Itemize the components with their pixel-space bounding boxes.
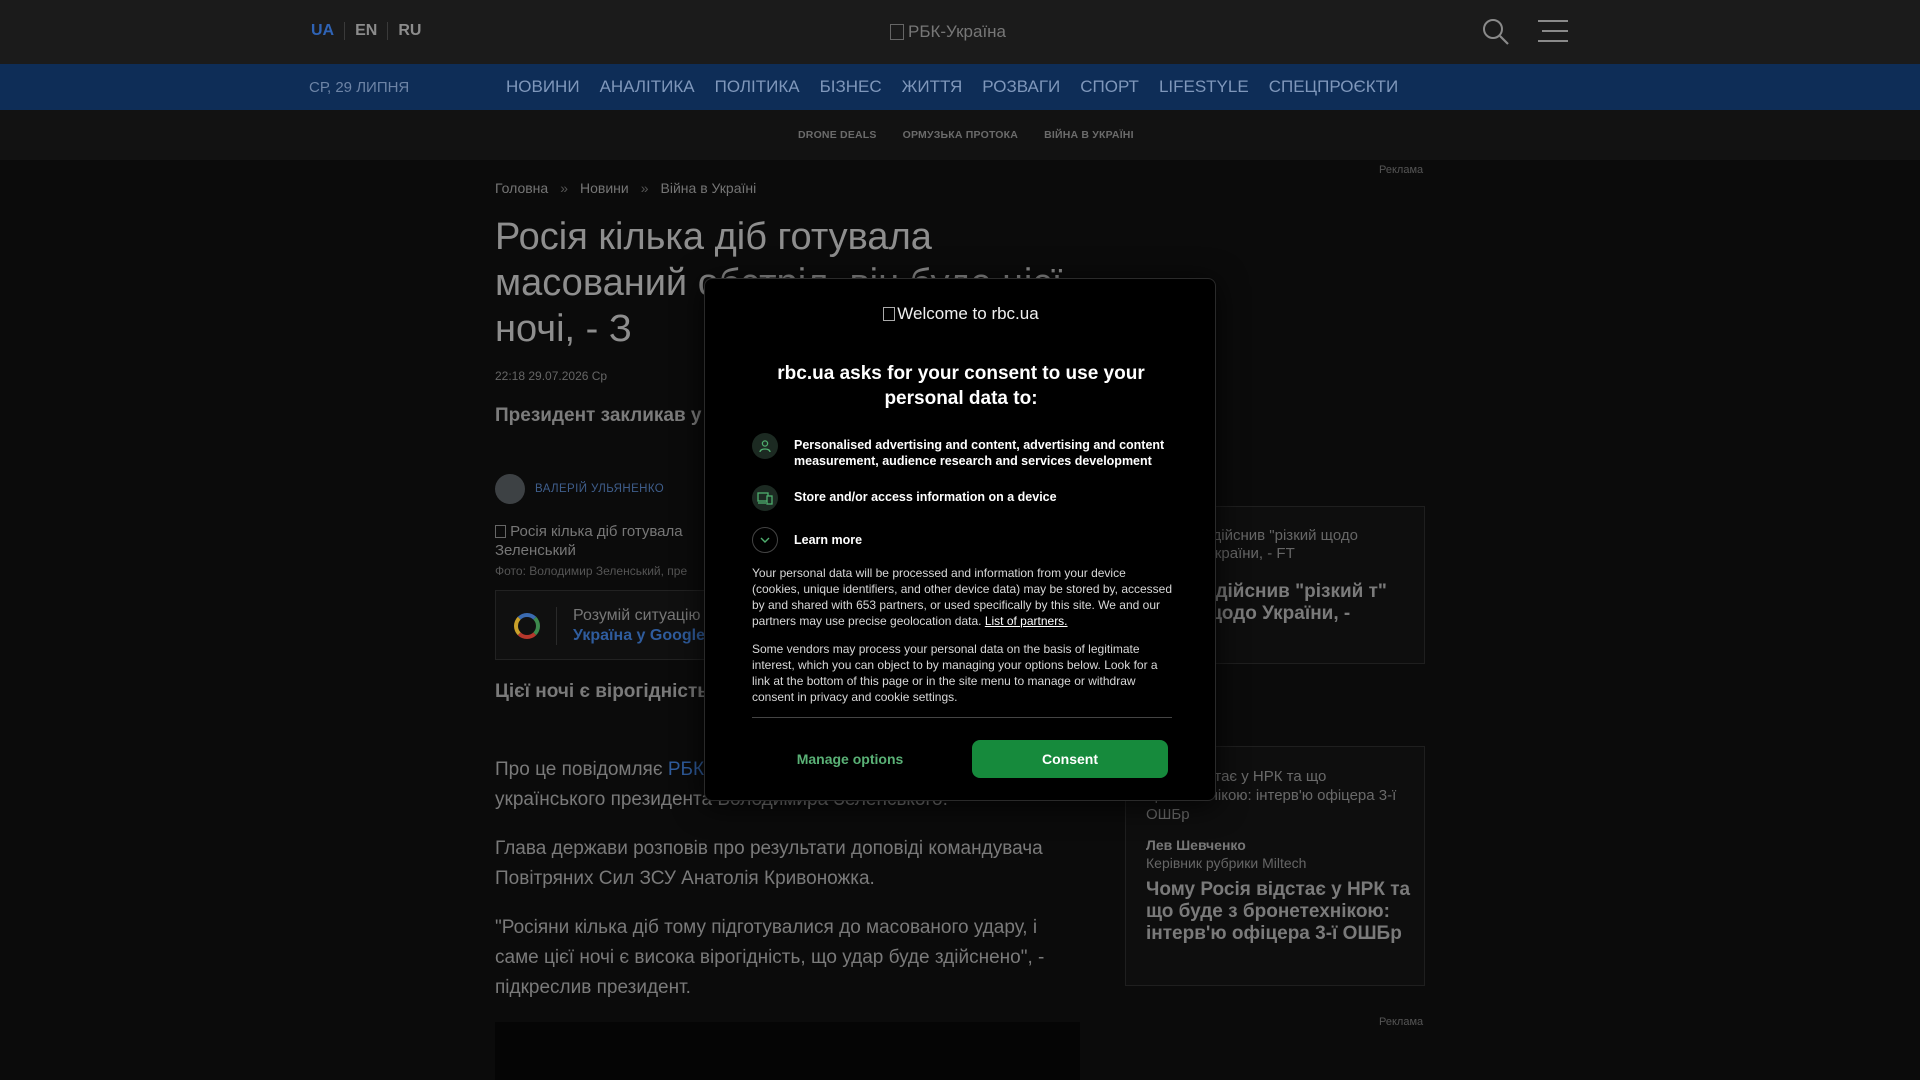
ad-label-top: Реклама [1379, 164, 1424, 176]
topic-hormuz-strait[interactable]: ОРМУЗЬКА ПРОТОКА [903, 129, 1018, 141]
paragraph-text: Про це повідомляє [495, 759, 668, 780]
partners-link[interactable]: List of partners. [985, 614, 1068, 628]
breadcrumb-war[interactable]: Війна в Україні [661, 180, 757, 196]
nav-items: НОВИНИ АНАЛІТИКА ПОЛІТИКА БІЗНЕС ЖИТТЯ Р… [506, 77, 1398, 97]
article-author[interactable]: ВАЛЕРІЙ УЛЬЯНЕНКО [495, 474, 664, 504]
lang-ru[interactable]: RU [387, 22, 431, 40]
google-promo-link[interactable]: Україна у Google [573, 627, 705, 645]
consent-body-text: Your personal data will be processed and… [752, 565, 1172, 629]
learn-more-toggle[interactable]: Learn more [752, 527, 862, 553]
current-date: СР, 29 ЛИПНЯ [309, 79, 410, 96]
breadcrumb-home[interactable]: Головна [495, 180, 548, 196]
author-avatar [495, 474, 525, 504]
author-name[interactable]: ВАЛЕРІЙ УЛЬЯНЕНКО [535, 483, 664, 495]
top-header: UA EN RU РБК-Україна [0, 0, 1920, 64]
breadcrumb-separator: » [640, 180, 649, 196]
consent-logo-alt: Welcome to rbc.ua [897, 304, 1039, 323]
menu-button[interactable] [1538, 18, 1568, 44]
nav-item-news[interactable]: НОВИНИ [506, 77, 580, 97]
photo-alt-text: Росія кілька діб готувала Зеленський [495, 523, 683, 559]
video-embed[interactable] [495, 1022, 1080, 1080]
card-author: Лев Шевченко [1146, 837, 1246, 853]
broken-image-icon [495, 525, 506, 538]
hamburger-icon [1538, 20, 1568, 42]
topic-war-in-ukraine[interactable]: ВІЙНА В УКРАЇНІ [1044, 129, 1134, 141]
language-switcher: UA EN RU [311, 22, 431, 40]
topic-drone-deals[interactable]: DRONE DEALS [798, 129, 877, 141]
card-author-role: Керівник рубрики Miltech [1146, 855, 1307, 871]
logo-alt-text: РБК-Україна [908, 22, 1007, 41]
learn-more-label: Learn more [794, 533, 863, 547]
broken-image-icon [890, 24, 904, 40]
topic-navigation: DRONE DEALS ОРМУЗЬКА ПРОТОКА ВІЙНА В УКР… [0, 110, 1920, 160]
consent-purpose-storage: Store and/or access information on a dev… [752, 485, 1174, 511]
divider [752, 717, 1172, 718]
purpose-text: Personalised advertising and content, ad… [794, 438, 1165, 468]
source-link[interactable]: РБК [668, 759, 704, 780]
google-icon [514, 613, 540, 639]
manage-options-button[interactable]: Manage options [752, 740, 948, 778]
card-teaser: здійснив "різкий щодо України, - FT [1206, 527, 1358, 562]
site-logo[interactable]: РБК-Україна [890, 22, 1006, 42]
device-icon [752, 485, 778, 511]
nav-item-politics[interactable]: ПОЛІТИКА [715, 77, 800, 97]
breadcrumb-separator: » [560, 180, 568, 196]
consent-button[interactable]: Consent [972, 740, 1168, 778]
purpose-text: Store and/or access information on a dev… [794, 490, 1057, 504]
ad-label-bottom: Реклама [1379, 1016, 1424, 1028]
nav-item-sport[interactable]: СПОРТ [1080, 77, 1139, 97]
breadcrumb: Головна » Новини » Війна в Україні [495, 180, 756, 196]
nav-item-business[interactable]: БІЗНЕС [820, 77, 882, 97]
card-title[interactable]: Чому Росія відстає у НРК та що буде з бр… [1146, 879, 1414, 945]
article-photo-alt: Росія кілька діб готувала Зеленський [495, 522, 715, 560]
lang-en[interactable]: EN [344, 22, 387, 40]
person-icon [752, 433, 778, 459]
lang-ua[interactable]: UA [311, 22, 344, 40]
consent-body-paragraph: Your personal data will be processed and… [752, 566, 1173, 628]
consent-dialog: Welcome to rbc.ua rbc.ua asks for your c… [704, 278, 1216, 801]
article-datetime: 22:18 29.07.2026 Ср [495, 369, 608, 383]
article-paragraph: "Росіяни кілька діб тому підготувалися д… [495, 917, 1045, 998]
search-icon [1483, 19, 1509, 45]
search-button[interactable] [1480, 16, 1512, 48]
divider [556, 607, 557, 645]
card-title[interactable]: здійснив "різкий т" щодо України, - [1206, 581, 1416, 625]
nav-item-entertainment[interactable]: РОЗВАГИ [982, 77, 1060, 97]
article-paragraph: Глава держави розповів про результати до… [495, 838, 1043, 889]
chevron-down-icon [752, 527, 778, 553]
nav-item-specprojects[interactable]: СПЕЦПРОЄКТИ [1269, 77, 1399, 97]
main-navigation: СР, 29 ЛИПНЯ НОВИНИ АНАЛІТИКА ПОЛІТИКА Б… [0, 64, 1920, 110]
photo-caption: Фото: Володимир Зеленський, пре [495, 564, 688, 578]
topic-items: DRONE DEALS ОРМУЗЬКА ПРОТОКА ВІЙНА В УКР… [798, 129, 1134, 141]
consent-title: rbc.ua asks for your consent to use your… [777, 363, 1145, 409]
nav-item-lifestyle[interactable]: LIFESTYLE [1159, 77, 1249, 97]
broken-image-icon [883, 307, 896, 321]
breadcrumb-news[interactable]: Новини [580, 180, 629, 196]
consent-body-text: Some vendors may process your personal d… [752, 642, 1158, 704]
consent-logo: Welcome to rbc.ua [705, 304, 1217, 324]
nav-item-life[interactable]: ЖИТТЯ [902, 77, 963, 97]
google-promo-text: Розумій ситуацію [573, 607, 701, 624]
consent-purpose-advertising: Personalised advertising and content, ad… [752, 433, 1174, 469]
nav-item-analytics[interactable]: АНАЛІТИКА [600, 77, 695, 97]
